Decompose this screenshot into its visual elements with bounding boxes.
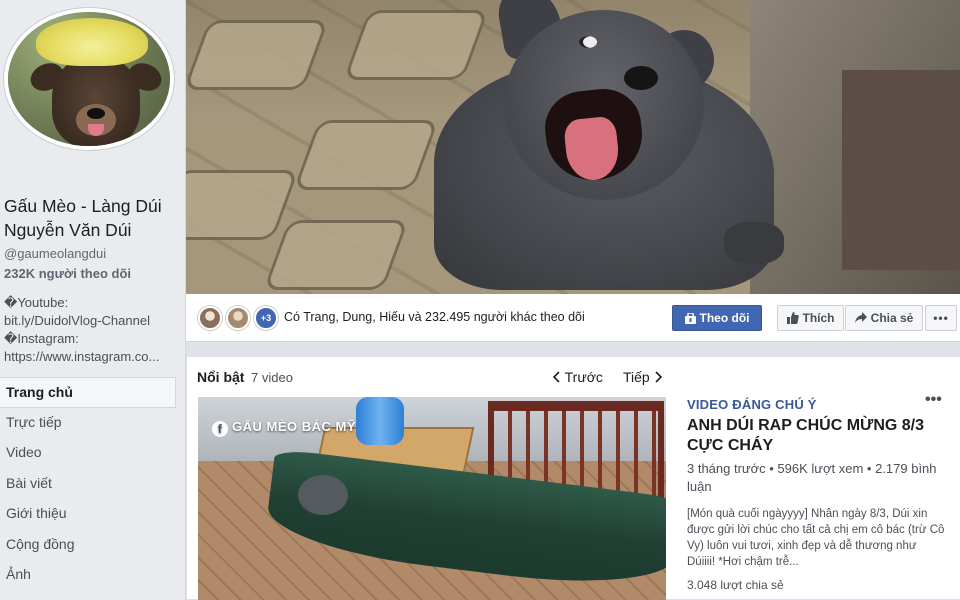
video-shares[interactable]: 3.048 lượt chia sẻ [687,578,947,592]
facebook-icon: f [212,421,228,437]
video-stats: 3 tháng trước • 596K lượt xem • 2.179 bì… [687,461,937,494]
like-button[interactable]: Thích [777,305,844,331]
friend-avatar[interactable] [226,306,250,330]
thumbs-up-icon [786,312,799,324]
nav-item-photos[interactable]: Ảnh [0,560,176,591]
nav-item-videos[interactable]: Video [0,438,176,469]
video-title[interactable]: ANH DÚI RAP CHÚC MỪNG 8/3 CỰC CHÁY [687,416,947,456]
friend-avatar[interactable] [198,306,222,330]
share-arrow-icon [854,312,867,323]
page-action-bar: +3 Có Trang, Dung, Hiếu và 232.495 người… [186,294,960,342]
page-handle[interactable]: @gaumeolangdui [4,246,106,261]
instagram-label: �Instagram: [4,331,79,346]
follow-label: Theo dõi [699,311,750,325]
chevron-right-icon [655,371,662,383]
page-nav: Trang chủ Trực tiếp Video Bài viết Giới … [0,377,176,591]
nav-item-about[interactable]: Giới thiệu [0,499,176,530]
featured-count: 7 video [251,370,293,385]
previous-button[interactable]: Trước [551,369,603,385]
video-info: VIDEO ĐÁNG CHÚ Ý ••• ANH DÚI RAP CHÚC MỪ… [687,391,947,592]
video-category-label: VIDEO ĐÁNG CHÚ Ý [687,397,817,412]
page-avatar[interactable] [4,8,174,150]
instagram-link[interactable]: https://www.instagram.co... [4,348,186,366]
cover-photo[interactable] [186,0,960,294]
follow-icon [684,312,696,324]
previous-label: Trước [564,369,603,385]
chevron-left-icon [552,371,560,383]
more-options-button[interactable]: ••• [925,305,957,331]
about-links: �Youtube: bit.ly/DuidolVlog-Channel �Ins… [4,294,186,366]
featured-title: Nổi bật [197,369,245,385]
featured-videos-card: Nổi bật 7 video Trước Tiếp f GẤU MÈO BÁC … [186,356,960,600]
nav-item-home[interactable]: Trang chủ [0,377,176,408]
like-label: Thích [802,311,835,325]
nav-item-posts[interactable]: Bài viết [0,469,176,500]
left-sidebar: Gấu Mèo - Làng Dúi Nguyễn Văn Dúi @gaume… [0,0,186,600]
puppy-image [434,0,784,290]
video-menu-button[interactable]: ••• [925,391,942,409]
share-label: Chia sẻ [870,311,914,325]
page-title[interactable]: Gấu Mèo - Làng Dúi Nguyễn Văn Dúi [4,194,184,242]
followers-count: 232K người theo dõi [4,266,131,281]
watermark-text: GẤU MÈO BÁC MỸ [232,419,356,434]
nav-item-live[interactable]: Trực tiếp [0,408,176,439]
next-button[interactable]: Tiếp [623,369,664,385]
youtube-label: �Youtube: [4,295,69,310]
video-thumbnail[interactable]: f GẤU MÈO BÁC MỸ [198,397,666,600]
youtube-link[interactable]: bit.ly/DuidolVlog-Channel [4,312,186,330]
video-watermark: f GẤU MÈO BÁC MỸ [212,419,356,437]
next-label: Tiếp [623,369,650,385]
share-button[interactable]: Chia sẻ [845,305,923,331]
more-friends-badge[interactable]: +3 [254,306,278,330]
friends-following-text[interactable]: Có Trang, Dung, Hiếu và 232.495 người kh… [284,310,585,324]
follow-button[interactable]: Theo dõi [672,305,762,331]
video-description: [Món quà cuối ngàyyyy] Nhân ngày 8/3, Dú… [687,508,945,568]
nav-item-community[interactable]: Cộng đồng [0,530,176,561]
